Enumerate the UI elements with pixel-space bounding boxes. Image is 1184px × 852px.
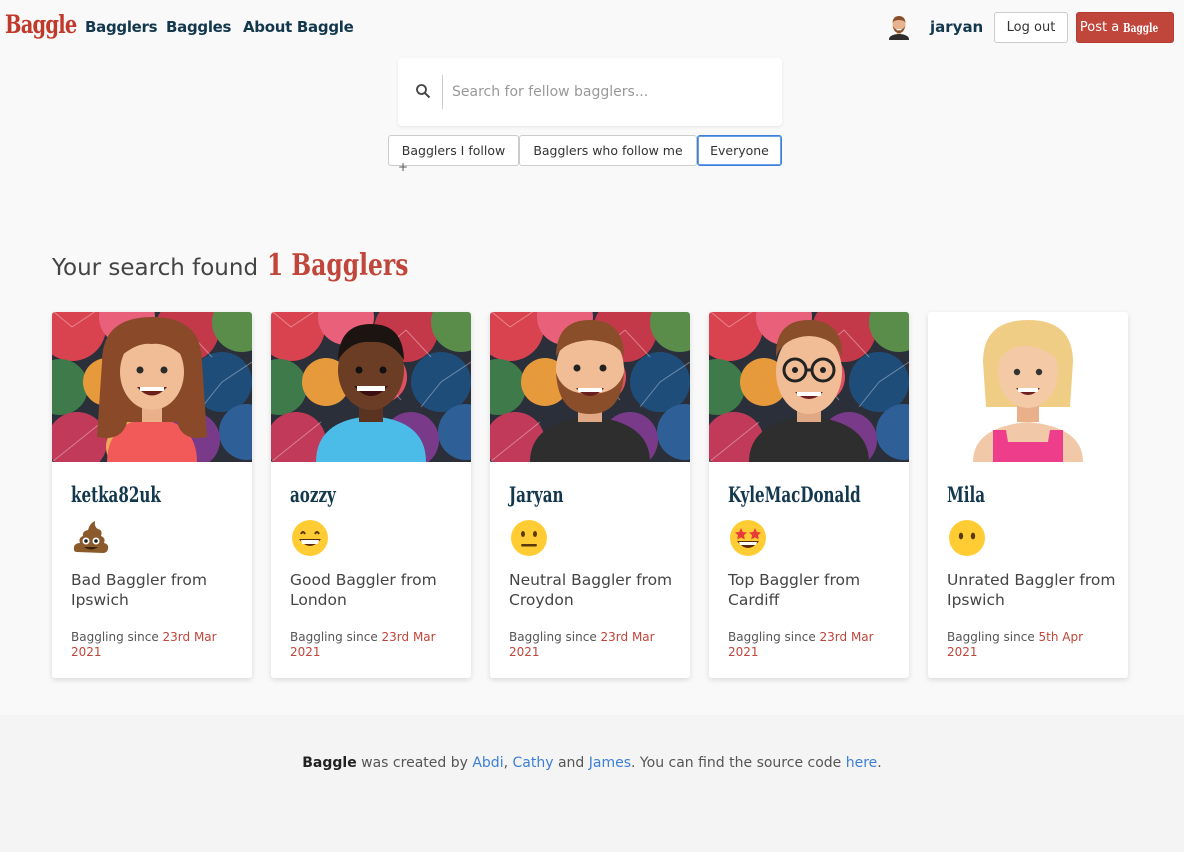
baggler-name[interactable]: KyleMacDonald	[728, 482, 861, 507]
baggler-description: Unrated Baggler from Ipswich	[947, 571, 1116, 609]
baggling-since: Baggling since 5th Apr 2021	[947, 630, 1117, 660]
baggler-card[interactable]: ketka82uk Bad Baggler from Ipswich Baggl…	[52, 312, 252, 678]
filter-bagglers-who-follow-me[interactable]: Bagglers who follow me	[519, 135, 697, 166]
baggling-since-label: Baggling since	[71, 630, 159, 644]
baggler-avatar-image	[271, 312, 471, 462]
post-baggle-button[interactable]: Post a Baggle	[1076, 12, 1174, 43]
filter-everyone[interactable]: Everyone	[697, 135, 782, 166]
baggler-name[interactable]: ketka82uk	[71, 482, 161, 507]
plus-mark: +	[398, 160, 409, 174]
footer-comma: ,	[503, 755, 509, 771]
baggler-avatar-image	[928, 312, 1128, 462]
footer-and: and	[557, 755, 585, 771]
footer-period: .	[877, 755, 882, 771]
footer-brand: Baggle	[302, 755, 357, 771]
baggling-since-label: Baggling since	[509, 630, 597, 644]
post-button-brand: Baggle	[1123, 20, 1159, 35]
baggler-name[interactable]: Jaryan	[509, 482, 563, 507]
footer-credits: Baggle was created by Abdi, Cathy and Ja…	[0, 755, 1184, 771]
baggler-name[interactable]: Mila	[947, 482, 985, 507]
baggler-card[interactable]: Jaryan Neutral Baggler from Croydon Bagg…	[490, 312, 690, 678]
baggling-since: Baggling since 23rd Mar 2021	[728, 630, 898, 660]
search-input[interactable]	[452, 80, 762, 104]
user-avatar-icon[interactable]	[887, 14, 911, 40]
search-divider	[442, 75, 443, 109]
baggler-description: Top Baggler from Cardiff	[728, 571, 861, 609]
author-link-abdi[interactable]: Abdi	[472, 755, 503, 771]
results-prefix: Your search found	[52, 255, 259, 281]
baggler-description: Bad Baggler from Ipswich	[71, 571, 207, 609]
baggling-since: Baggling since 23rd Mar 2021	[509, 630, 679, 660]
post-button-prefix: Post a	[1079, 20, 1120, 35]
author-link-cathy[interactable]: Cathy	[513, 755, 554, 771]
baggling-since-label: Baggling since	[947, 630, 1035, 644]
author-link-james[interactable]: James	[589, 755, 631, 771]
username-link[interactable]: jaryan	[930, 18, 983, 36]
baggler-avatar-image	[490, 312, 690, 462]
face-without-mouth-icon	[949, 520, 985, 556]
footer: Baggle was created by Abdi, Cathy and Ja…	[0, 715, 1184, 852]
navbar: Baggle Bagglers Baggles About Baggle jar…	[0, 0, 1184, 56]
logout-button[interactable]: Log out	[994, 12, 1068, 43]
results-heading: Your search found 1 Bagglers	[52, 248, 448, 283]
nav-link-bagglers[interactable]: Bagglers	[85, 18, 158, 36]
baggler-card[interactable]: Mila Unrated Baggler from Ipswich Baggli…	[928, 312, 1128, 678]
search-box	[398, 58, 782, 126]
baggler-card[interactable]: KyleMacDonald Top Baggler from Cardiff B…	[709, 312, 909, 678]
grinning-face-icon	[292, 520, 328, 556]
baggling-since: Baggling since 23rd Mar 2021	[71, 630, 241, 660]
baggler-description: Good Baggler from London	[290, 571, 437, 609]
baggler-description: Neutral Baggler from Croydon	[509, 571, 673, 609]
nav-link-about[interactable]: About Baggle	[243, 18, 354, 36]
baggling-since: Baggling since 23rd Mar 2021	[290, 630, 460, 660]
results-count: 1 Bagglers	[267, 248, 409, 283]
baggle-logo[interactable]: Baggle	[5, 10, 77, 39]
search-icon	[416, 84, 431, 99]
pile-of-poo-icon	[73, 521, 109, 553]
baggling-since-label: Baggling since	[290, 630, 378, 644]
footer-created-by: was created by	[361, 755, 468, 771]
footer-source-text: . You can find the source code	[631, 755, 842, 771]
baggling-since-label: Baggling since	[728, 630, 816, 644]
nav-link-baggles[interactable]: Baggles	[166, 18, 231, 36]
baggler-card[interactable]: aozzy Good Baggler from London Baggling …	[271, 312, 471, 678]
baggler-avatar-image	[52, 312, 252, 462]
baggler-name[interactable]: aozzy	[290, 482, 336, 507]
source-code-link[interactable]: here	[846, 755, 878, 771]
baggler-avatar-image	[709, 312, 909, 462]
star-struck-face-icon	[730, 520, 766, 556]
neutral-face-icon	[511, 520, 547, 556]
